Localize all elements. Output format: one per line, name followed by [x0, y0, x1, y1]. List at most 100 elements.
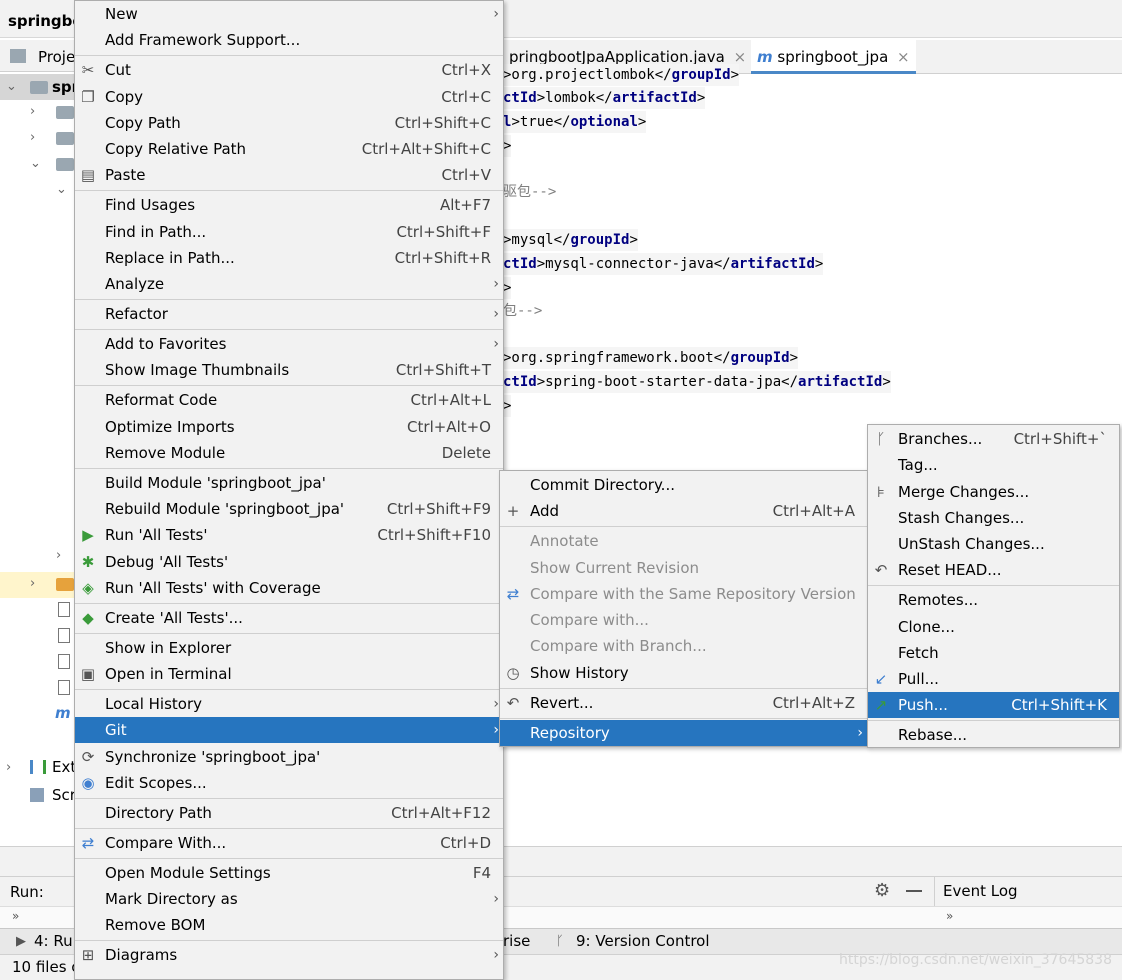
menu-item-commit-directory[interactable]: Commit Directory... — [500, 472, 867, 498]
folder-icon — [56, 132, 74, 145]
menu-item-remotes[interactable]: Remotes... — [868, 587, 1119, 613]
menu-item-pull[interactable]: ↙ Pull... — [868, 666, 1119, 692]
menu-item-show-current-revision[interactable]: Show Current Revision — [500, 555, 867, 581]
chevron-right-icon[interactable]: › — [30, 576, 35, 591]
menu-item-paste[interactable]: ▤ Paste Ctrl+V — [75, 162, 503, 188]
menu-item-copy-relative-path[interactable]: Copy Relative Path Ctrl+Alt+Shift+C — [75, 136, 503, 162]
menu-item-label: Reformat Code — [105, 391, 218, 409]
menu-item-compare-with[interactable]: ⇄ Compare With... Ctrl+D — [75, 830, 503, 856]
minimize-icon[interactable] — [906, 890, 922, 892]
menu-item-shortcut: Ctrl+Alt+A — [772, 502, 855, 520]
menu-item-revert[interactable]: ↶ Revert... Ctrl+Alt+Z — [500, 690, 867, 716]
menu-item-debug-all-tests[interactable]: ✱ Debug 'All Tests' — [75, 549, 503, 575]
menu-item-compare-with-the-same-repository-version[interactable]: ⇄ Compare with the Same Repository Versio… — [500, 581, 867, 607]
menu-item-open-in-terminal[interactable]: ▣ Open in Terminal — [75, 661, 503, 687]
menu-item-run-all-tests[interactable]: ▶ Run 'All Tests' Ctrl+Shift+F10 — [75, 522, 503, 548]
menu-item-label: Pull... — [898, 670, 939, 688]
menu-item-repository[interactable]: Repository › — [500, 720, 867, 746]
menu-item-branches[interactable]: ᚴ Branches... Ctrl+Shift+` — [868, 426, 1119, 452]
menu-item-add[interactable]: + Add Ctrl+Alt+A — [500, 498, 867, 524]
menu-item-directory-path[interactable]: Directory Path Ctrl+Alt+F12 — [75, 800, 503, 826]
menu-item-optimize-imports[interactable]: Optimize Imports Ctrl+Alt+O — [75, 414, 503, 440]
chevron-down-icon[interactable]: ⌄ — [56, 182, 67, 197]
menu-item-reformat-code[interactable]: Reformat Code Ctrl+Alt+L — [75, 387, 503, 413]
menu-item-mark-directory-as[interactable]: Mark Directory as › — [75, 886, 503, 912]
expand-icon[interactable]: » — [946, 909, 953, 923]
libraries-icon — [30, 760, 46, 774]
menu-item-push[interactable]: ↗ Push... Ctrl+Shift+K — [868, 692, 1119, 718]
menu-item-cut[interactable]: ✂ Cut Ctrl+X — [75, 57, 503, 83]
menu-item-label: Repository — [530, 724, 610, 742]
menu-item-create-all-tests[interactable]: ◆ Create 'All Tests'... — [75, 605, 503, 631]
menu-item-find-usages[interactable]: Find Usages Alt+F7 — [75, 192, 503, 218]
menu-item-show-history[interactable]: ◷ Show History — [500, 660, 867, 686]
chevron-right-icon: › — [493, 276, 499, 292]
menu-item-compare-with[interactable]: Compare with... — [500, 607, 867, 633]
chevron-right-icon[interactable]: › — [56, 548, 61, 563]
menu-item-fetch[interactable]: Fetch — [868, 640, 1119, 666]
menu-item-compare-with-branch[interactable]: Compare with Branch... — [500, 633, 867, 659]
menu-item-label: Add to Favorites — [105, 335, 227, 353]
menu-item-find-in-path[interactable]: Find in Path... Ctrl+Shift+F — [75, 219, 503, 245]
menu-item-label: Local History — [105, 695, 203, 713]
menu-item-remove-module[interactable]: Remove Module Delete — [75, 440, 503, 466]
menu-item-add-to-favorites[interactable]: Add to Favorites › — [75, 331, 503, 357]
menu-item-rebuild-module-springboot-jpa[interactable]: Rebuild Module 'springboot_jpa' Ctrl+Shif… — [75, 496, 503, 522]
menu-separator — [75, 603, 503, 604]
menu-separator — [75, 858, 503, 859]
menu-item-new[interactable]: New › — [75, 1, 503, 27]
file-icon — [58, 680, 70, 695]
menu-item-merge-changes[interactable]: ⊧ Merge Changes... — [868, 479, 1119, 505]
scissors-icon: ✂ — [81, 61, 95, 79]
menu-item-refactor[interactable]: Refactor › — [75, 301, 503, 327]
enterprise-tool-button[interactable]: rise — [503, 932, 530, 950]
menu-item-diagrams[interactable]: ⊞ Diagrams › — [75, 942, 503, 968]
chevron-right-icon[interactable]: › — [6, 760, 11, 775]
close-icon[interactable]: × — [897, 48, 910, 66]
expand-icon[interactable]: » — [12, 909, 19, 923]
menu-item-git[interactable]: Git › — [75, 717, 503, 743]
menu-item-label: Open Module Settings — [105, 864, 271, 882]
menu-item-analyze[interactable]: Analyze › — [75, 271, 503, 297]
menu-item-shortcut: Ctrl+C — [441, 88, 491, 106]
chevron-down-icon[interactable]: ⌄ — [30, 156, 41, 171]
menu-item-label: Build Module 'springboot_jpa' — [105, 474, 326, 492]
tree-row-highlighted[interactable]: › — [0, 572, 76, 598]
menu-item-copy-path[interactable]: Copy Path Ctrl+Shift+C — [75, 110, 503, 136]
menu-item-tag[interactable]: Tag... — [868, 452, 1119, 478]
menu-item-stash-changes[interactable]: Stash Changes... — [868, 505, 1119, 531]
menu-item-replace-in-path[interactable]: Replace in Path... Ctrl+Shift+R — [75, 245, 503, 271]
event-log-header[interactable]: Event Log — [934, 876, 1122, 906]
status-message: 10 files c — [12, 958, 80, 976]
chevron-right-icon[interactable]: › — [30, 104, 35, 119]
menu-item-build-module-springboot-jpa[interactable]: Build Module 'springboot_jpa' — [75, 470, 503, 496]
diagram-icon: ⊞ — [81, 946, 95, 964]
menu-item-synchronize-springboot-jpa[interactable]: ⟳ Synchronize 'springboot_jpa' — [75, 744, 503, 770]
menu-item-show-in-explorer[interactable]: Show in Explorer — [75, 635, 503, 661]
run-tool-button[interactable]: 4: Ru — [34, 932, 73, 950]
menu-item-annotate[interactable]: Annotate — [500, 528, 867, 554]
gear-icon[interactable]: ⚙ — [874, 880, 890, 901]
chevron-right-icon[interactable]: › — [30, 130, 35, 145]
menu-item-remove-bom[interactable]: Remove BOM — [75, 912, 503, 938]
menu-item-local-history[interactable]: Local History › — [75, 691, 503, 717]
menu-item-show-image-thumbnails[interactable]: Show Image Thumbnails Ctrl+Shift+T — [75, 357, 503, 383]
menu-item-run-all-tests-with-coverage[interactable]: ◈ Run 'All Tests' with Coverage — [75, 575, 503, 601]
menu-item-shortcut: Ctrl+Shift+` — [1013, 430, 1107, 448]
sync-icon: ⟳ — [81, 748, 95, 766]
watermark-text: https://blog.csdn.net/weixin_37645838 — [838, 952, 1112, 968]
version-control-tool-button[interactable]: 9: Version Control — [576, 932, 710, 950]
code-line: >org.projectlombok</groupId> — [503, 64, 740, 86]
menu-item-unstash-changes[interactable]: UnStash Changes... — [868, 531, 1119, 557]
menu-item-reset-head[interactable]: ↶ Reset HEAD... — [868, 557, 1119, 583]
tab-pom-springboot-jpa[interactable]: m springboot_jpa × — [751, 40, 916, 74]
menu-item-copy[interactable]: ❐ Copy Ctrl+C — [75, 84, 503, 110]
project-root-row[interactable]: ⌄ spr — [0, 74, 79, 100]
project-panel-tab[interactable]: Proje — [0, 40, 76, 72]
menu-item-edit-scopes[interactable]: ◉ Edit Scopes... — [75, 770, 503, 796]
chevron-down-icon[interactable]: ⌄ — [6, 79, 17, 94]
menu-item-clone[interactable]: Clone... — [868, 614, 1119, 640]
menu-item-rebase[interactable]: Rebase... — [868, 722, 1119, 748]
menu-item-add-framework-support[interactable]: Add Framework Support... — [75, 27, 503, 53]
menu-item-open-module-settings[interactable]: Open Module Settings F4 — [75, 860, 503, 886]
